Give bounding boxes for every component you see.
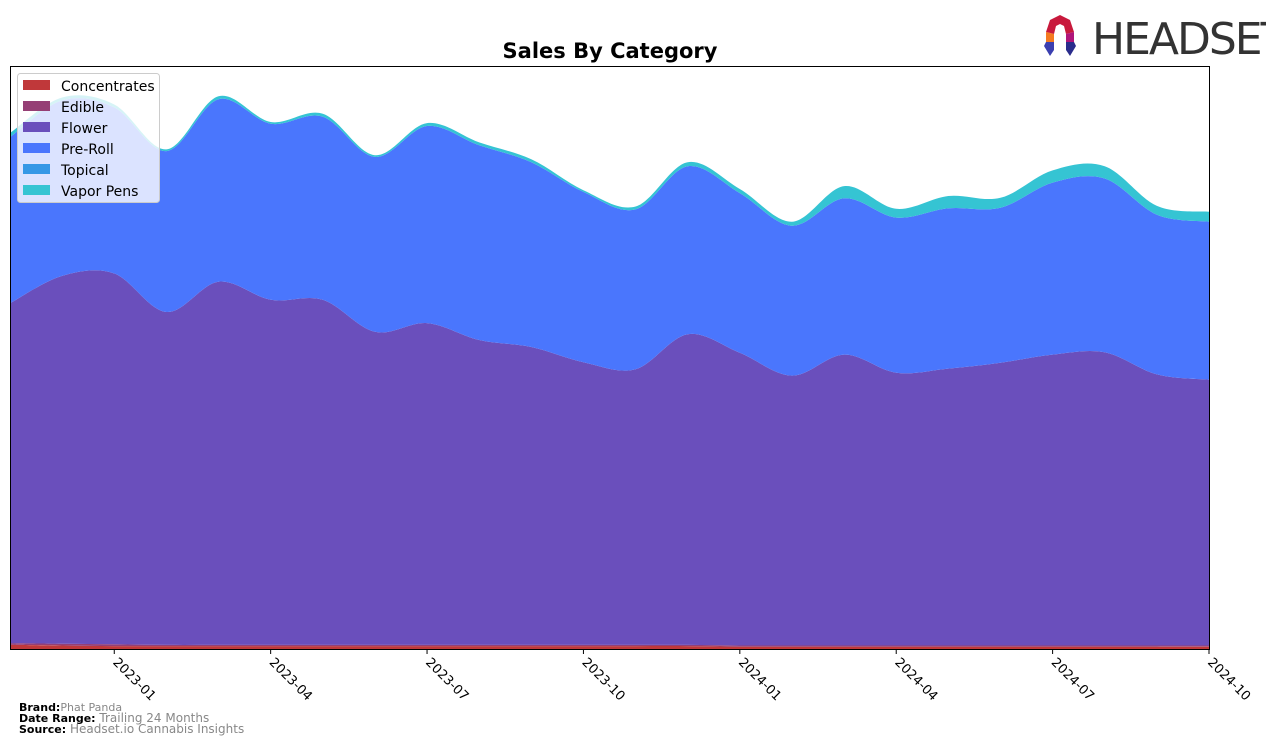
legend-label: Concentrates: [61, 79, 155, 95]
legend-swatch-edible: [23, 101, 50, 111]
legend-label: Vapor Pens: [61, 184, 138, 200]
x-tick-label: 2024-10: [1204, 655, 1253, 704]
legend-label: Pre-Roll: [61, 142, 114, 158]
source-label: Source:: [19, 723, 67, 736]
x-tick-label: 2023-10: [579, 655, 628, 704]
area-layers: [10, 95, 1209, 649]
x-tick-label: 2023-01: [109, 655, 158, 704]
legend: Concentrates Edible Flower Pre-Roll Topical V…: [17, 73, 160, 203]
legend-swatch-concentrates: [23, 80, 50, 90]
x-tick-label: 2024-01: [735, 655, 784, 704]
x-tick-label: 2023-07: [422, 655, 471, 704]
headset-logo: HEADSET: [1044, 14, 1266, 64]
logo-text: HEADSET: [1092, 14, 1266, 64]
chart-title: Sales By Category: [503, 39, 718, 63]
legend-label: Flower: [61, 121, 108, 137]
legend-label: Edible: [61, 100, 104, 116]
chart: Sales By Category 2023-01 2023-04 2023-07 2…: [10, 39, 1253, 704]
legend-swatch-vapor-pens: [23, 185, 50, 195]
x-tick-label: 2023-04: [266, 655, 315, 704]
source-value: Headset.io Cannabis Insights: [69, 722, 245, 736]
legend-label: Topical: [60, 163, 109, 179]
x-tick-label: 2024-04: [891, 655, 940, 704]
headset-logo-icon: [1044, 15, 1076, 56]
x-axis: 2023-01 2023-04 2023-07 2023-10 2024-01 2024-…: [109, 649, 1253, 704]
legend-swatch-topical: [23, 164, 50, 174]
x-tick-label: 2024-07: [1048, 655, 1097, 704]
legend-swatch-pre-roll: [23, 143, 50, 153]
legend-swatch-flower: [23, 122, 50, 132]
footer-source: Source: Headset.io Cannabis Insights: [19, 722, 245, 736]
